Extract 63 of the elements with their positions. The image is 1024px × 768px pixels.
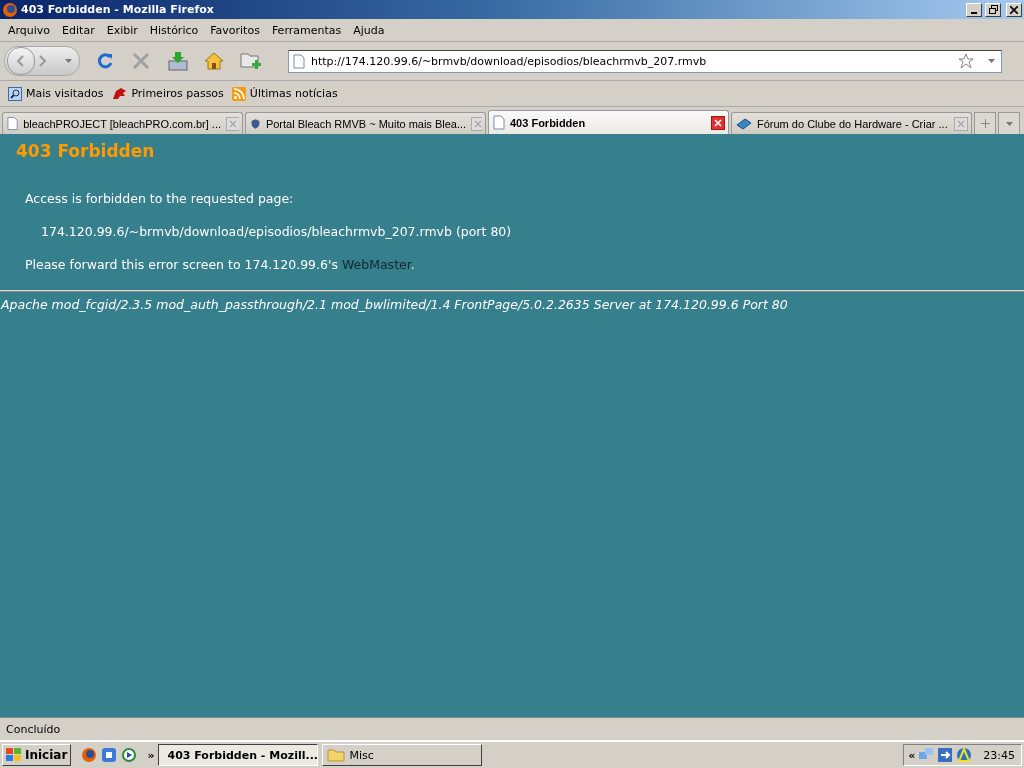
browser-tab[interactable]: Portal Bleach RMVB ~ Muito mais Blea... (245, 112, 486, 134)
restore-button[interactable] (985, 2, 1001, 17)
close-icon[interactable] (711, 115, 725, 130)
quick-launch-chevron[interactable]: » (147, 748, 155, 762)
page-icon (293, 53, 305, 69)
close-icon (1010, 5, 1018, 14)
window-title: 403 Forbidden - Mozilla Firefox (21, 3, 215, 16)
dropdown-icon[interactable] (65, 59, 72, 63)
dragon-icon (111, 86, 128, 101)
taskbar-button[interactable]: Misc (322, 744, 483, 766)
tab-menu-button[interactable] (998, 112, 1020, 134)
url-input[interactable]: http://174.120.99.6/~brmvb/download/episodios/bleachrmvb_207.rmvb (311, 54, 952, 68)
menu-item[interactable]: Ajuda (347, 23, 391, 37)
dropdown-icon[interactable] (988, 59, 995, 63)
browser-tab[interactable]: 403 Forbidden (488, 110, 729, 134)
firefox-icon (2, 1, 18, 18)
media-player-icon[interactable] (121, 747, 138, 763)
bookmark-link[interactable]: Últimas notícias (231, 86, 338, 101)
minimize-button[interactable] (966, 2, 982, 17)
bookmark-link[interactable]: Primeiros passos (111, 86, 224, 101)
star-icon[interactable] (958, 53, 974, 69)
back-forward-control[interactable] (4, 46, 80, 76)
folder-icon (327, 748, 346, 762)
menu-item[interactable]: Arquivo (2, 23, 57, 37)
forward-icon[interactable] (37, 55, 47, 67)
plus-icon (980, 119, 990, 128)
address-bar[interactable]: http://174.120.99.6/~brmvb/download/episodios/bleachrmvb_207.rmvb (288, 49, 1002, 73)
tray-chevron[interactable]: « (908, 748, 916, 762)
browser-tab[interactable]: Fórum do Clube do Hardware - Criar ... (731, 112, 972, 134)
status-text: Concluído (6, 722, 61, 736)
minimize-icon (971, 11, 977, 14)
menu-item[interactable]: Ferramentas (265, 23, 348, 37)
restore-icon (988, 5, 998, 14)
clock: 23:45 (983, 748, 1015, 762)
shield-icon (250, 116, 261, 131)
firefox-icon[interactable] (81, 747, 98, 763)
stop-icon[interactable] (132, 52, 150, 70)
page-icon (493, 115, 505, 130)
menu-item[interactable]: Editar (56, 23, 101, 37)
page-heading: 403 Forbidden (15, 140, 156, 161)
home-icon[interactable] (204, 52, 224, 70)
caret-icon (1005, 121, 1013, 126)
close-button[interactable] (1006, 2, 1022, 17)
browser-tab[interactable]: bleachPROJECT [bleachPRO.com.br] ... (2, 112, 243, 134)
menu-item[interactable]: Favoritos (204, 23, 266, 37)
forward-message: Please forward this error screen to 174.120.99.6's WebMaster. (24, 257, 416, 273)
server-signature: Apache mod_fcgid/2.3.5 mod_auth_passthrough/2.1 mod_bwlimited/1.4 FrontPage/5.0.2.2635 Server at 174.120.99.6 Port 80 (0, 297, 789, 312)
requested-path: 174.120.99.6/~brmvb/download/episodios/bleachrmvb_207.rmvb (port 80) (40, 224, 513, 240)
folder-add-icon[interactable] (240, 51, 262, 71)
download-icon[interactable] (168, 51, 188, 71)
page-icon (7, 116, 19, 131)
error-message: Access is forbidden to the requested page: (24, 191, 295, 207)
back-button[interactable] (7, 47, 35, 75)
search-icon (8, 86, 22, 101)
menu-item[interactable]: Histórico (143, 23, 205, 37)
menu-item[interactable]: Exibir (100, 23, 144, 37)
reload-icon[interactable] (96, 52, 114, 70)
taskbar-button[interactable]: 403 Forbidden - Mozill... (158, 744, 319, 766)
windows-logo-icon (6, 748, 22, 762)
bookmark-link[interactable]: Mais visitados (8, 86, 104, 101)
start-button[interactable]: Iniciar (2, 744, 72, 766)
tab-list-button[interactable] (974, 112, 996, 134)
feed-icon (231, 86, 246, 101)
